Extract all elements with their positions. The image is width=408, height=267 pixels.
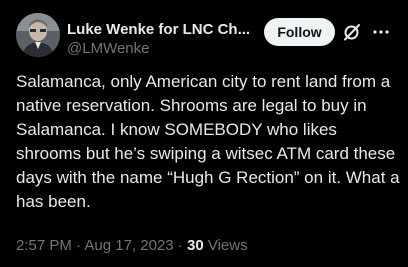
meta-separator: · (71, 237, 85, 254)
tweet-date[interactable]: Aug 17, 2023 (84, 237, 173, 254)
user-avatar-icon (16, 13, 60, 57)
meta-separator: · (173, 237, 187, 254)
follow-button[interactable]: Follow (264, 18, 335, 46)
tweet-text: Salamanca, only American city to rent la… (16, 72, 400, 211)
avatar[interactable] (16, 13, 60, 57)
more-dots-icon[interactable] (371, 22, 391, 42)
views-count: 30 (186, 237, 204, 254)
views-label: Views (207, 237, 248, 254)
tweet-meta: 2:57 PM · Aug 17, 2023 · 30 Views (16, 237, 248, 254)
tweet-time[interactable]: 2:57 PM (16, 237, 72, 254)
grok-icon[interactable] (342, 22, 362, 42)
author-display-name[interactable]: Luke Wenke for LNC Ch... (67, 21, 250, 38)
tweet-card: Luke Wenke for LNC Ch... @LMWenke Follow… (0, 0, 408, 267)
author-handle[interactable]: @LMWenke (67, 40, 149, 57)
